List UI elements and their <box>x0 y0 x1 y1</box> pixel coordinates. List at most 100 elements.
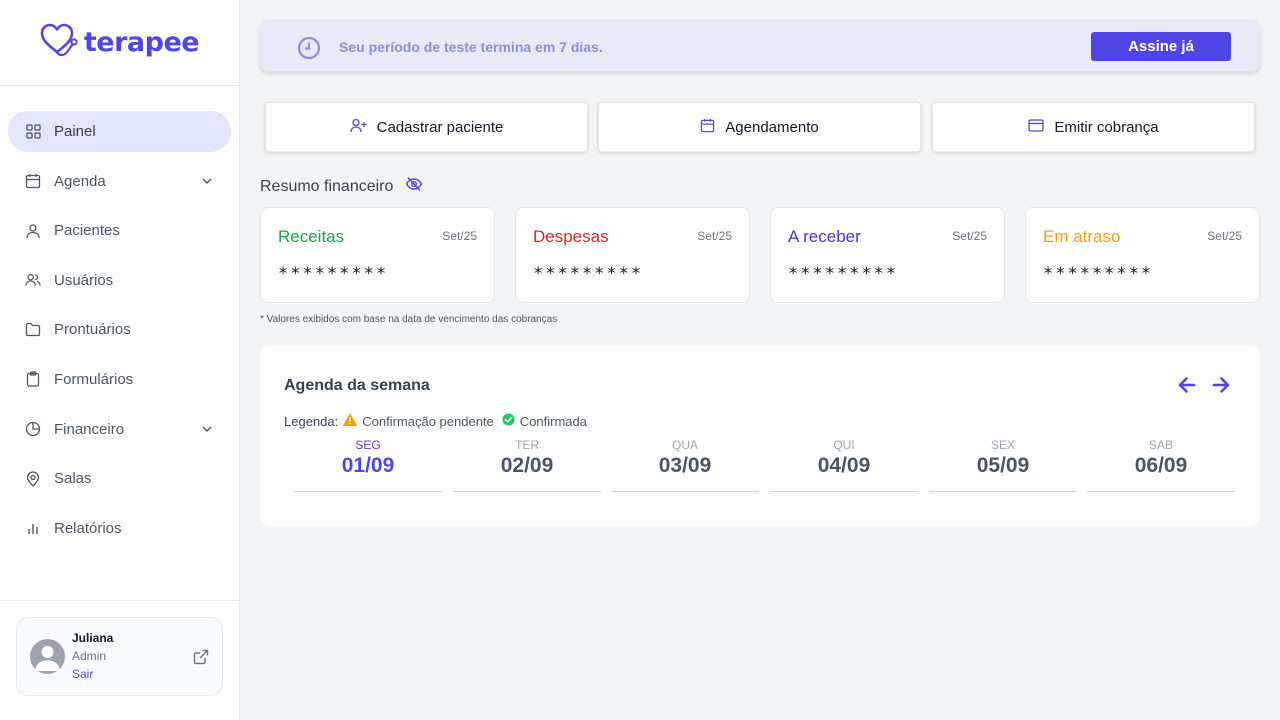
day-column-qui[interactable]: QUI 04/09 <box>770 438 918 492</box>
pie-chart-icon <box>25 421 41 437</box>
user-icon <box>25 223 41 239</box>
finance-card-em-atraso[interactable]: Em atraso Set/25 ********* <box>1025 207 1260 303</box>
grid-icon <box>25 124 41 140</box>
day-column-sex[interactable]: SEX 05/09 <box>929 438 1077 492</box>
legend-confirmed: Confirmada <box>519 413 587 429</box>
logout-link[interactable]: Sair <box>72 667 93 681</box>
check-circle-icon <box>502 413 515 429</box>
finance-card-period: Set/25 <box>1207 229 1242 243</box>
logo[interactable]: terapee <box>0 0 239 86</box>
sidebar: terapee Painel Agenda Pacientes Usuários… <box>0 0 240 720</box>
sidebar-item-painel[interactable]: Painel <box>8 111 231 152</box>
day-column-ter[interactable]: TER 02/09 <box>453 438 601 492</box>
action-label: Cadastrar paciente <box>376 118 504 136</box>
users-icon <box>25 272 41 288</box>
finance-card-label: Em atraso <box>1043 227 1121 246</box>
day-date: 04/09 <box>817 454 871 477</box>
trial-message: Seu período de teste termina em 7 dias. <box>339 39 603 55</box>
sidebar-item-salas[interactable]: Salas <box>8 458 231 499</box>
week-agenda: Agenda da semana Legenda: Confirmação pe… <box>260 346 1260 526</box>
day-column-qua[interactable]: QUA 03/09 <box>611 438 759 492</box>
finance-card-label: Receitas <box>278 227 345 246</box>
avatar <box>30 639 65 674</box>
sidebar-item-label: Financeiro <box>54 420 125 438</box>
finance-card-a-receber[interactable]: A receber Set/25 ********* <box>770 207 1005 303</box>
chevron-down-icon[interactable] <box>201 422 213 439</box>
sidebar-item-relatorios[interactable]: Relatórios <box>8 508 231 549</box>
folder-icon <box>25 322 41 338</box>
finance-card-label: A receber <box>788 227 861 246</box>
day-name: TER <box>515 438 539 452</box>
finance-card-value: ********* <box>278 264 389 284</box>
sidebar-item-label: Formulários <box>54 370 134 388</box>
quick-actions: Cadastrar paciente Agendamento Emitir co… <box>265 102 1255 152</box>
register-patient-button[interactable]: Cadastrar paciente <box>265 102 588 152</box>
sidebar-item-label: Salas <box>54 470 92 488</box>
subscribe-button[interactable]: Assine já <box>1091 32 1231 61</box>
finance-card-period: Set/25 <box>952 229 987 243</box>
heart-stethoscope-icon <box>40 23 78 62</box>
sidebar-item-agenda[interactable]: Agenda <box>8 161 231 202</box>
sidebar-item-formularios[interactable]: Formulários <box>8 359 231 400</box>
map-pin-icon <box>25 471 41 487</box>
finance-card-period: Set/25 <box>442 229 477 243</box>
sidebar-item-label: Painel <box>54 123 96 140</box>
sidebar-item-pacientes[interactable]: Pacientes <box>8 210 231 251</box>
finance-title: Resumo financeiro <box>260 177 394 195</box>
schedule-button[interactable]: Agendamento <box>598 102 921 152</box>
day-date: 01/09 <box>341 454 395 477</box>
finance-card-despesas[interactable]: Despesas Set/25 ********* <box>515 207 750 303</box>
arrow-right-icon[interactable] <box>1211 375 1231 400</box>
user-name: Juliana <box>72 631 114 645</box>
logo-text: terapee <box>83 27 200 58</box>
chevron-down-icon[interactable] <box>201 174 213 191</box>
finance-card-period: Set/25 <box>697 229 732 243</box>
day-date: 05/09 <box>976 454 1030 477</box>
trial-banner: Seu período de teste termina em 7 dias. … <box>260 20 1260 72</box>
day-name: QUA <box>671 438 698 452</box>
user-area: Juliana Admin Sair <box>0 600 240 720</box>
finance-section-title: Resumo financeiro <box>260 176 423 197</box>
external-link-icon[interactable] <box>193 649 209 670</box>
sidebar-nav: Painel Agenda Pacientes Usuários Prontuá… <box>0 86 239 549</box>
finance-footnote: * Valores exibidos com base na data de v… <box>260 314 558 325</box>
legend: Legenda: Confirmação pendente Confirmada <box>284 413 587 429</box>
day-column-seg[interactable]: SEG 01/09 <box>294 438 442 492</box>
user-card: Juliana Admin Sair <box>16 617 223 696</box>
credit-card-icon <box>1028 118 1045 136</box>
issue-charge-button[interactable]: Emitir cobrança <box>932 102 1255 152</box>
day-date: 03/09 <box>658 454 712 477</box>
user-role: Admin <box>72 649 107 663</box>
finance-card-label: Despesas <box>533 227 609 246</box>
day-date: 06/09 <box>1134 454 1188 477</box>
finance-card-value: ********* <box>533 264 644 284</box>
week-agenda-title: Agenda da semana <box>284 377 430 394</box>
sidebar-item-label: Agenda <box>54 172 106 190</box>
sidebar-item-label: Relatórios <box>54 519 122 537</box>
warning-icon <box>343 413 358 429</box>
sidebar-item-label: Pacientes <box>54 222 120 240</box>
calendar-icon <box>25 173 41 189</box>
clipboard-icon <box>25 371 41 388</box>
sidebar-item-prontuarios[interactable]: Prontuários <box>8 309 231 350</box>
action-label: Agendamento <box>725 118 819 136</box>
arrow-left-icon[interactable] <box>1177 375 1197 400</box>
sidebar-item-financeiro[interactable]: Financeiro <box>8 409 231 450</box>
finance-card-value: ********* <box>788 264 899 284</box>
bar-chart-icon <box>25 520 41 536</box>
day-column-sab[interactable]: SAB 06/09 <box>1087 438 1235 492</box>
calendar-icon <box>700 118 715 137</box>
eye-off-icon[interactable] <box>405 176 423 197</box>
legend-pending: Confirmação pendente <box>362 413 494 429</box>
day-name: QUI <box>833 438 855 452</box>
day-date: 02/09 <box>500 454 554 477</box>
finance-card-receitas[interactable]: Receitas Set/25 ********* <box>260 207 495 303</box>
day-name: SEG <box>355 438 381 452</box>
finance-card-value: ********* <box>1043 264 1154 284</box>
day-name: SAB <box>1148 438 1173 452</box>
user-plus-icon <box>349 118 367 137</box>
day-name: SEX <box>990 438 1015 452</box>
sidebar-item-usuarios[interactable]: Usuários <box>8 260 231 301</box>
legend-label: Legenda: <box>284 413 339 429</box>
action-label: Emitir cobrança <box>1054 118 1159 136</box>
